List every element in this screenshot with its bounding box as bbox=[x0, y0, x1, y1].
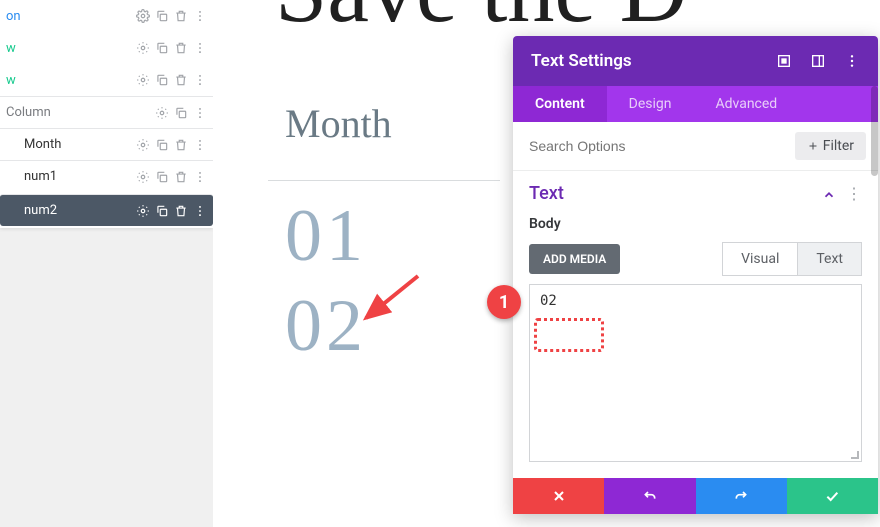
mode-tab-visual[interactable]: Visual bbox=[722, 242, 797, 276]
search-input[interactable] bbox=[525, 132, 787, 160]
settings-panel: Text Settings Content Design Advanced Fi… bbox=[513, 36, 878, 514]
scrollbar[interactable] bbox=[871, 86, 878, 176]
panel-tabs: Content Design Advanced bbox=[513, 86, 878, 122]
more-icon[interactable]: ⋮ bbox=[846, 184, 862, 203]
redo-button[interactable] bbox=[696, 478, 787, 514]
layer-label: Month bbox=[24, 137, 136, 152]
body-label: Body bbox=[529, 216, 862, 232]
gear-icon[interactable] bbox=[136, 41, 150, 55]
chevron-up-icon[interactable] bbox=[822, 187, 836, 201]
trash-icon[interactable] bbox=[174, 9, 188, 23]
panel-header[interactable]: Text Settings bbox=[513, 36, 878, 86]
layer-label: Column bbox=[6, 105, 155, 120]
gear-icon[interactable] bbox=[136, 73, 150, 87]
mode-tab-text[interactable]: Text bbox=[797, 242, 862, 276]
undo-button[interactable] bbox=[604, 478, 695, 514]
duplicate-icon[interactable] bbox=[174, 106, 188, 120]
editor-mode-tabs: Visual Text bbox=[722, 242, 862, 276]
layers-panel: on w w Column M bbox=[0, 0, 213, 228]
layer-item-module-month[interactable]: Month bbox=[0, 128, 213, 160]
section-title: Text bbox=[529, 183, 822, 204]
duplicate-icon[interactable] bbox=[155, 73, 169, 87]
layer-item-section[interactable]: on bbox=[0, 0, 213, 32]
divider bbox=[268, 180, 500, 181]
layer-item-row[interactable]: w bbox=[0, 32, 213, 64]
editor-toolbar: ADD MEDIA Visual Text bbox=[529, 242, 862, 276]
gear-icon[interactable] bbox=[136, 9, 150, 23]
tab-design[interactable]: Design bbox=[607, 86, 694, 122]
trash-icon[interactable] bbox=[174, 170, 188, 184]
body-textarea[interactable] bbox=[530, 285, 861, 461]
filter-label: Filter bbox=[823, 138, 854, 154]
more-icon[interactable] bbox=[193, 170, 207, 184]
discard-button[interactable] bbox=[513, 478, 604, 514]
action-bar bbox=[513, 478, 878, 514]
month-label: Month bbox=[285, 100, 392, 147]
more-icon[interactable] bbox=[193, 41, 207, 55]
duplicate-icon[interactable] bbox=[155, 170, 169, 184]
gear-icon[interactable] bbox=[136, 204, 150, 218]
trash-icon[interactable] bbox=[174, 41, 188, 55]
layer-label: num2 bbox=[24, 203, 136, 218]
tab-advanced[interactable]: Advanced bbox=[694, 86, 800, 122]
gear-icon[interactable] bbox=[155, 106, 169, 120]
duplicate-icon[interactable] bbox=[155, 41, 169, 55]
panel-title: Text Settings bbox=[531, 51, 758, 71]
layer-item-module-num2[interactable]: num2 bbox=[0, 194, 213, 226]
num2-value: 02 bbox=[285, 284, 367, 369]
layer-item-column[interactable]: Column bbox=[0, 96, 213, 128]
duplicate-icon[interactable] bbox=[155, 138, 169, 152]
more-icon[interactable] bbox=[193, 138, 207, 152]
more-icon[interactable] bbox=[193, 204, 207, 218]
resize-handle[interactable] bbox=[849, 449, 859, 459]
trash-icon[interactable] bbox=[174, 138, 188, 152]
layer-label: num1 bbox=[24, 169, 136, 184]
annotation-badge: 1 bbox=[487, 285, 521, 319]
layer-label: on bbox=[6, 9, 136, 24]
layer-label: w bbox=[6, 73, 136, 88]
layer-label: w bbox=[6, 41, 136, 56]
annotation-highlight bbox=[534, 318, 604, 352]
snap-icon[interactable] bbox=[810, 53, 826, 69]
gear-icon[interactable] bbox=[136, 170, 150, 184]
body-textarea-wrap bbox=[529, 284, 862, 462]
filter-button[interactable]: Filter bbox=[795, 132, 866, 160]
plus-icon bbox=[807, 140, 819, 152]
trash-icon[interactable] bbox=[174, 204, 188, 218]
more-icon[interactable] bbox=[844, 53, 860, 69]
gear-icon[interactable] bbox=[136, 138, 150, 152]
duplicate-icon[interactable] bbox=[155, 9, 169, 23]
layer-item-module-num1[interactable]: num1 bbox=[0, 160, 213, 192]
duplicate-icon[interactable] bbox=[155, 204, 169, 218]
num1-value: 01 bbox=[285, 194, 367, 279]
add-media-button[interactable]: ADD MEDIA bbox=[529, 244, 620, 274]
tab-content[interactable]: Content bbox=[513, 86, 607, 122]
more-icon[interactable] bbox=[193, 106, 207, 120]
expand-icon[interactable] bbox=[776, 53, 792, 69]
section-header[interactable]: Text ⋮ bbox=[513, 171, 878, 210]
annotation-arrow-icon bbox=[356, 268, 426, 328]
trash-icon[interactable] bbox=[174, 73, 188, 87]
more-icon[interactable] bbox=[193, 73, 207, 87]
more-icon[interactable] bbox=[193, 9, 207, 23]
layer-item-row[interactable]: w bbox=[0, 64, 213, 96]
search-row: Filter bbox=[513, 122, 878, 171]
save-button[interactable] bbox=[787, 478, 878, 514]
